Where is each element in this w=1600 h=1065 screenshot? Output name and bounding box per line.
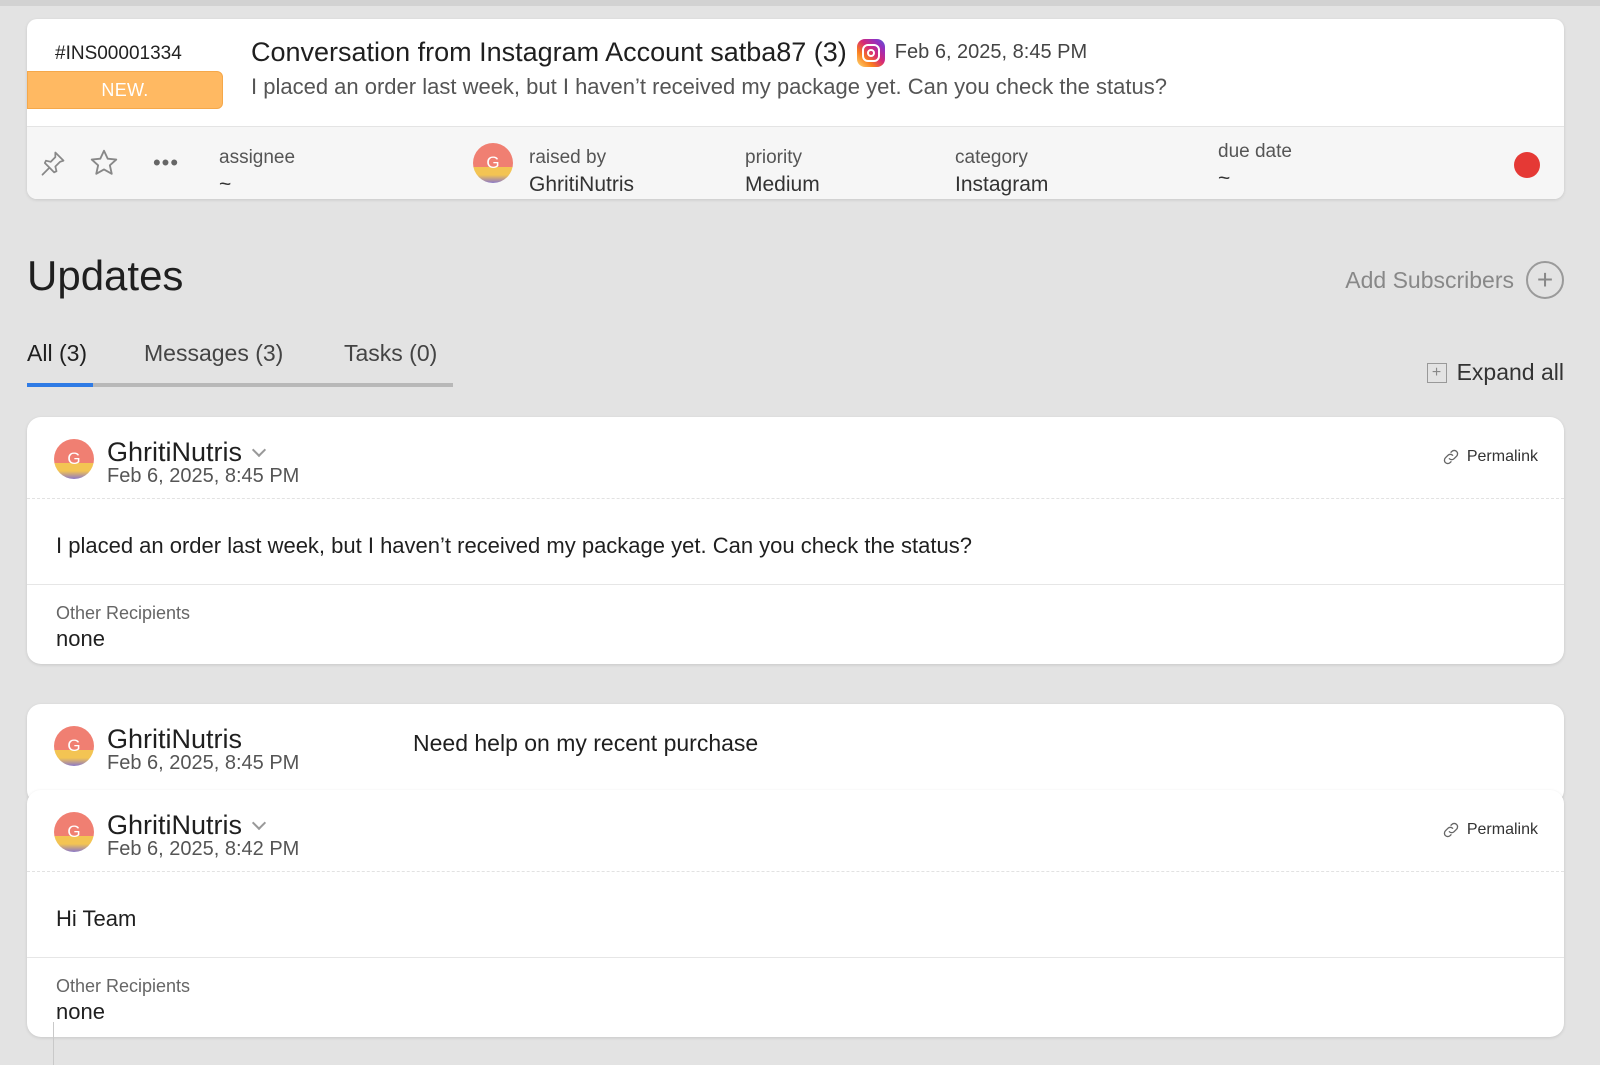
message-card: G GhritiNutris Feb 6, 2025, 8:42 PM Perm…: [27, 790, 1564, 1037]
assignee-label: assignee: [219, 147, 296, 168]
message-subject: Need help on my recent purchase: [413, 730, 759, 756]
expand-all-label: Expand all: [1456, 359, 1564, 385]
permalink-label: Permalink: [1466, 821, 1538, 838]
message-body: Hi Team: [27, 872, 1564, 958]
ticket-header-card: #INS00001334 NEW. Conversation from Inst…: [27, 19, 1564, 199]
raised-by-avatar: G: [473, 143, 513, 183]
recipients-label: Other Recipients: [56, 603, 191, 623]
ticket-description: I placed an order last week, but I haven…: [251, 74, 1167, 99]
tab-tasks[interactable]: Tasks (0): [344, 340, 437, 367]
ticket-date: Feb 6, 2025, 8:45 PM: [894, 41, 1088, 63]
tab-all[interactable]: All (3): [27, 340, 87, 367]
link-icon: [1443, 822, 1459, 838]
other-recipients: Other Recipients none: [27, 585, 1564, 662]
author-name: GhritiNutris: [107, 810, 243, 840]
message-body: I placed an order last week, but I haven…: [27, 499, 1564, 585]
due-date-value: ~: [1218, 167, 1231, 190]
permalink-link[interactable]: Permalink: [1441, 820, 1538, 840]
category-field[interactable]: category Instagram: [955, 147, 1048, 197]
priority-field[interactable]: priority Medium: [745, 147, 820, 197]
recipients-value: none: [56, 999, 105, 1024]
status-badge[interactable]: NEW.: [27, 71, 223, 109]
message-card: G GhritiNutris Feb 6, 2025, 8:45 PM Perm…: [27, 417, 1564, 664]
top-strip: [0, 0, 1600, 6]
other-recipients: Other Recipients none: [27, 958, 1564, 1035]
active-tab-indicator: [27, 383, 93, 387]
author-avatar: G: [54, 812, 94, 852]
assignee-field[interactable]: assignee ~: [219, 147, 295, 197]
message-author: GhritiNutris: [107, 724, 243, 754]
expand-icon: +: [1426, 362, 1447, 383]
assignee-value: ~: [219, 173, 232, 196]
updates-tabs: All (3) Messages (3) Tasks (0): [27, 340, 453, 387]
message-header[interactable]: G GhritiNutris Feb 6, 2025, 8:45 PM Perm…: [27, 417, 1564, 499]
due-date-field[interactable]: due date ~: [1218, 141, 1292, 191]
author-avatar: G: [54, 726, 94, 766]
pin-icon[interactable]: [37, 147, 69, 179]
message-author: GhritiNutris: [107, 810, 267, 841]
raised-by-value: GhritiNutris: [529, 173, 635, 196]
author-avatar: G: [54, 439, 94, 479]
category-value: Instagram: [955, 173, 1049, 196]
status-dot: [1514, 152, 1540, 178]
expand-all-button[interactable]: + Expand all: [1426, 359, 1564, 386]
message-date: Feb 6, 2025, 8:45 PM: [107, 752, 300, 774]
chevron-down-icon[interactable]: [251, 442, 267, 457]
due-date-label: due date: [1218, 141, 1292, 162]
tab-messages[interactable]: Messages (3): [144, 340, 283, 367]
link-icon: [1443, 449, 1459, 465]
star-icon[interactable]: [88, 147, 120, 179]
message-date: Feb 6, 2025, 8:45 PM: [107, 465, 300, 487]
raised-by-label: raised by: [529, 147, 607, 168]
plus-circle-icon[interactable]: +: [1526, 261, 1564, 299]
add-subscribers-label: Add Subscribers: [1345, 266, 1514, 293]
ticket-title-row: Conversation from Instagram Account satb…: [251, 37, 1087, 68]
priority-value: Medium: [745, 173, 820, 196]
message-author: GhritiNutris: [107, 437, 267, 468]
recipients-label: Other Recipients: [56, 976, 191, 996]
author-name: GhritiNutris: [107, 437, 243, 467]
category-label: category: [955, 147, 1028, 168]
add-subscribers-button[interactable]: Add Subscribers +: [1345, 261, 1564, 299]
message-date: Feb 6, 2025, 8:42 PM: [107, 838, 300, 860]
ticket-meta-bar: ••• assignee ~ G raised by GhritiNutris …: [27, 126, 1564, 199]
thread-line: [53, 1022, 54, 1065]
permalink-link[interactable]: Permalink: [1441, 447, 1538, 467]
ticket-title: Conversation from Instagram Account satb…: [251, 37, 847, 67]
instagram-icon: [856, 38, 885, 67]
collapsed-message-card[interactable]: G GhritiNutris Feb 6, 2025, 8:45 PM Need…: [27, 704, 1564, 804]
priority-label: priority: [745, 147, 803, 168]
chevron-down-icon[interactable]: [251, 815, 267, 830]
updates-title: Updates: [27, 252, 184, 299]
recipients-value: none: [56, 626, 105, 651]
permalink-label: Permalink: [1466, 448, 1538, 465]
more-options-icon[interactable]: •••: [150, 147, 182, 179]
raised-by-field: raised by GhritiNutris: [529, 147, 634, 197]
ticket-id: #INS00001334: [55, 43, 182, 64]
message-header[interactable]: G GhritiNutris Feb 6, 2025, 8:42 PM Perm…: [27, 790, 1564, 872]
